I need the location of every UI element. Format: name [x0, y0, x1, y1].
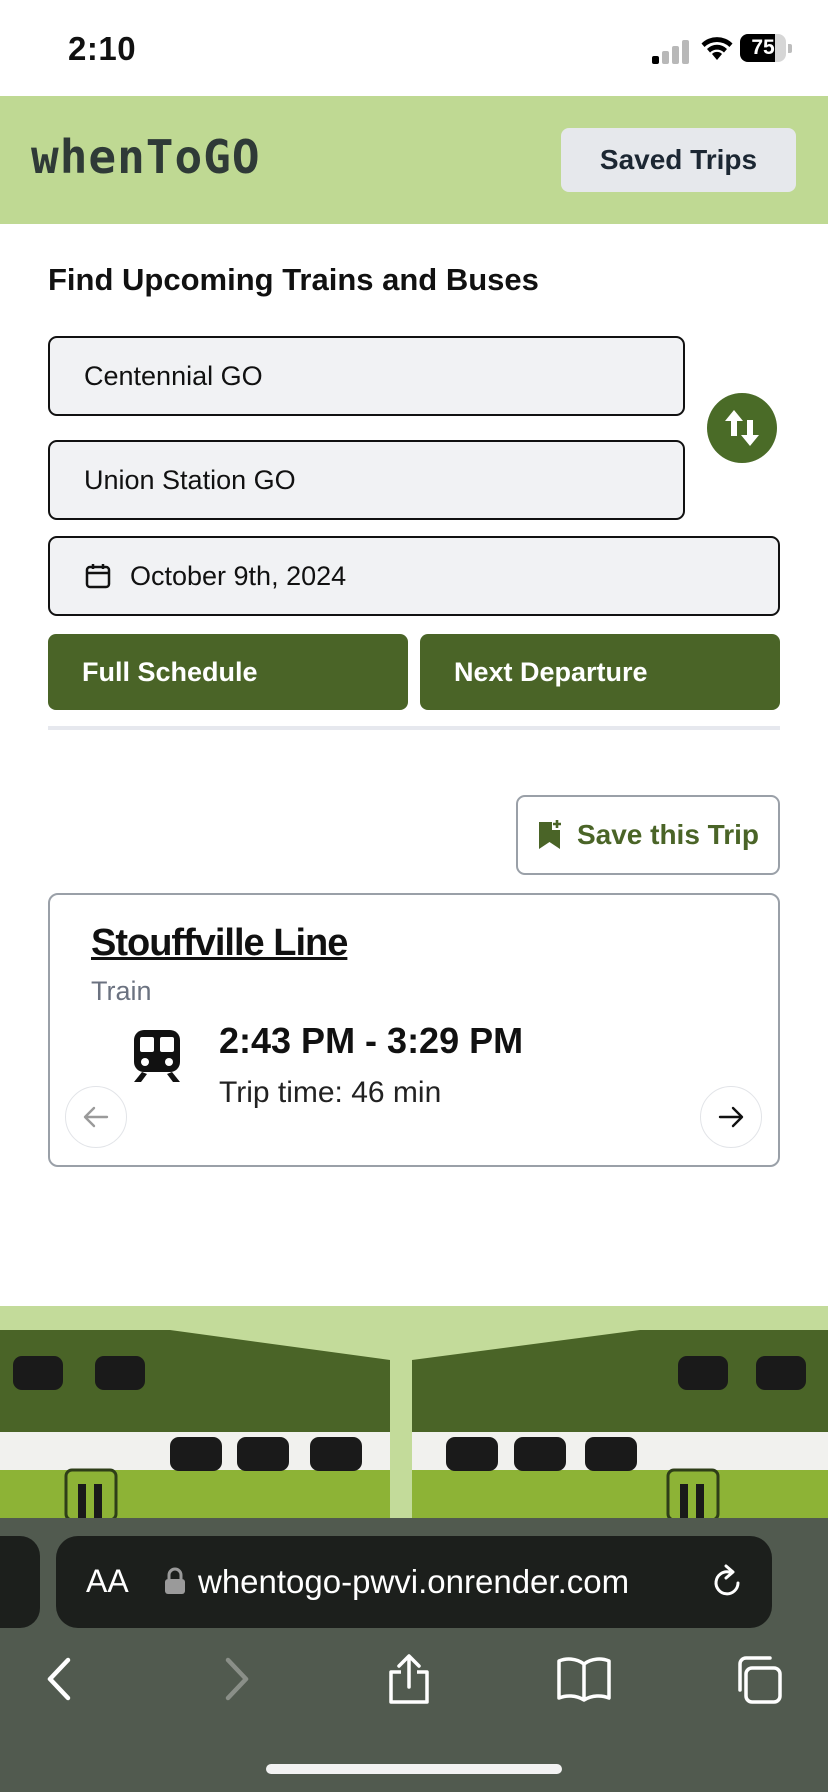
swap-icon: [725, 410, 759, 446]
next-trip-button[interactable]: [700, 1086, 762, 1148]
forward-icon[interactable]: [216, 1654, 256, 1704]
previous-tab-peek[interactable]: [0, 1536, 40, 1628]
url-text[interactable]: whentogo-pwvi.onrender.com: [198, 1563, 629, 1601]
date-value: October 9th, 2024: [130, 560, 347, 591]
saved-trips-button[interactable]: Saved Trips: [561, 128, 796, 192]
lock-icon: [165, 1567, 185, 1594]
arrow-left-icon: [83, 1106, 109, 1128]
wifi-icon: [701, 37, 733, 60]
train-icon: [134, 1030, 180, 1082]
bookmarks-icon[interactable]: [556, 1654, 612, 1704]
page-title: Find Upcoming Trains and Buses: [48, 262, 539, 297]
save-trip-label: Save this Trip: [576, 819, 760, 850]
destination-input[interactable]: Union Station GO: [48, 440, 685, 520]
full-schedule-button[interactable]: Full Schedule: [48, 634, 408, 710]
swap-stations-button[interactable]: [707, 393, 777, 463]
trip-duration: Trip time: 46 min: [219, 1076, 442, 1109]
origin-input[interactable]: Centennial GO: [48, 336, 685, 416]
battery-icon: 75: [740, 34, 792, 62]
reload-icon[interactable]: [710, 1564, 744, 1600]
signal-icon: [652, 38, 692, 64]
calendar-icon: [85, 564, 111, 589]
origin-value: Centennial GO: [84, 360, 263, 391]
share-icon[interactable]: [386, 1654, 432, 1706]
train-illustration: [0, 1306, 828, 1520]
save-trip-button[interactable]: Save this Trip: [516, 795, 780, 875]
bookmark-add-icon: [538, 820, 561, 849]
previous-trip-button[interactable]: [65, 1086, 127, 1148]
next-departure-button[interactable]: Next Departure: [420, 634, 780, 710]
back-icon[interactable]: [40, 1654, 80, 1704]
tabs-icon[interactable]: [732, 1654, 784, 1706]
line-name-link[interactable]: Stouffville Line: [91, 922, 348, 965]
status-time: 2:10: [68, 30, 137, 67]
app-logo[interactable]: whenToGO: [31, 130, 261, 184]
home-indicator[interactable]: [266, 1764, 562, 1774]
arrow-right-icon: [718, 1106, 744, 1128]
departure-arrival-times: 2:43 PM - 3:29 PM: [219, 1020, 524, 1061]
battery-level: 75: [751, 36, 775, 59]
destination-value: Union Station GO: [84, 464, 296, 495]
reader-settings-button[interactable]: AA: [86, 1563, 129, 1600]
divider: [48, 726, 780, 730]
date-picker[interactable]: October 9th, 2024: [48, 536, 780, 616]
transit-mode: Train: [91, 976, 152, 1006]
